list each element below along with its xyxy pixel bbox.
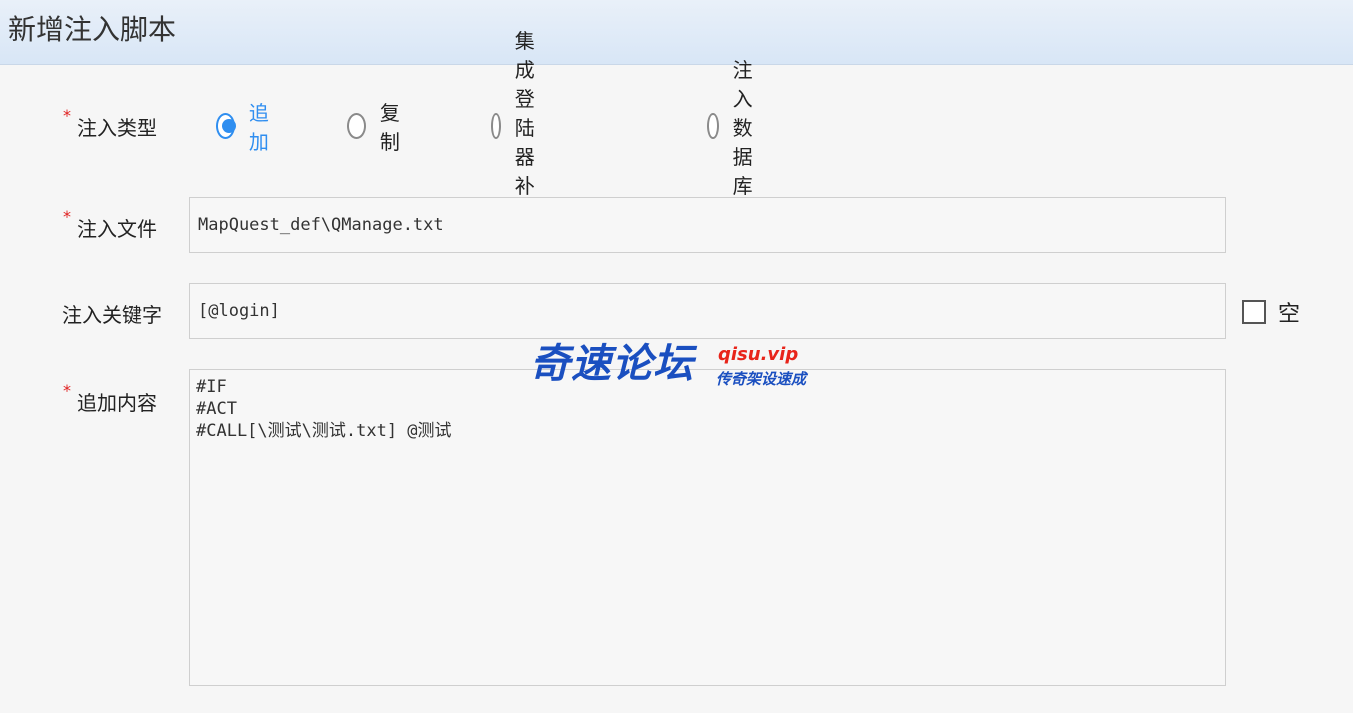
empty-checkbox[interactable]: 空: [1242, 296, 1300, 328]
dialog-title: 新增注入脚本: [8, 13, 177, 46]
required-marker: *: [63, 207, 71, 226]
radio-database-circle[interactable]: [707, 113, 719, 139]
empty-checkbox-label[interactable]: 空: [1278, 296, 1300, 328]
radio-login-patch-circle[interactable]: [491, 113, 501, 139]
required-marker: *: [63, 106, 71, 125]
inject-file-label: * 注入文件: [63, 207, 157, 242]
inject-keyword-label-text: 注入关键字: [62, 303, 162, 327]
inject-keyword-input[interactable]: [189, 283, 1226, 339]
radio-copy-circle[interactable]: [347, 113, 366, 139]
required-marker: *: [63, 381, 71, 400]
append-content-textarea[interactable]: #IF #ACT #CALL[\测试\测试.txt] @测试: [189, 369, 1226, 686]
radio-copy[interactable]: 复制: [347, 101, 407, 154]
title-bar: 新增注入脚本: [0, 0, 1353, 65]
watermark-site-text: qisu.vip: [718, 344, 799, 365]
inject-file-label-text: 注入文件: [77, 217, 157, 241]
radio-database[interactable]: 注入数据库: [707, 58, 767, 198]
inject-type-label: * 注入类型: [63, 106, 157, 141]
radio-login-patch[interactable]: 集成登陆器补丁: [491, 29, 551, 227]
inject-type-label-text: 注入类型: [77, 116, 157, 140]
inject-file-input[interactable]: [189, 197, 1226, 253]
radio-append-label[interactable]: 追加: [249, 97, 276, 155]
append-content-label: * 追加内容: [63, 381, 157, 416]
radio-database-label[interactable]: 注入数据库: [733, 54, 767, 199]
radio-append-circle[interactable]: [216, 113, 236, 139]
add-inject-script-dialog: 新增注入脚本 * 注入类型 追加 复制 集成登陆器补丁 注入数据库 * 注入文件…: [0, 0, 1353, 713]
append-content-label-text: 追加内容: [77, 391, 157, 415]
radio-append[interactable]: 追加: [216, 101, 276, 154]
radio-copy-label[interactable]: 复制: [380, 97, 407, 155]
inject-keyword-label: 注入关键字: [62, 299, 162, 328]
empty-checkbox-box[interactable]: [1242, 300, 1266, 324]
